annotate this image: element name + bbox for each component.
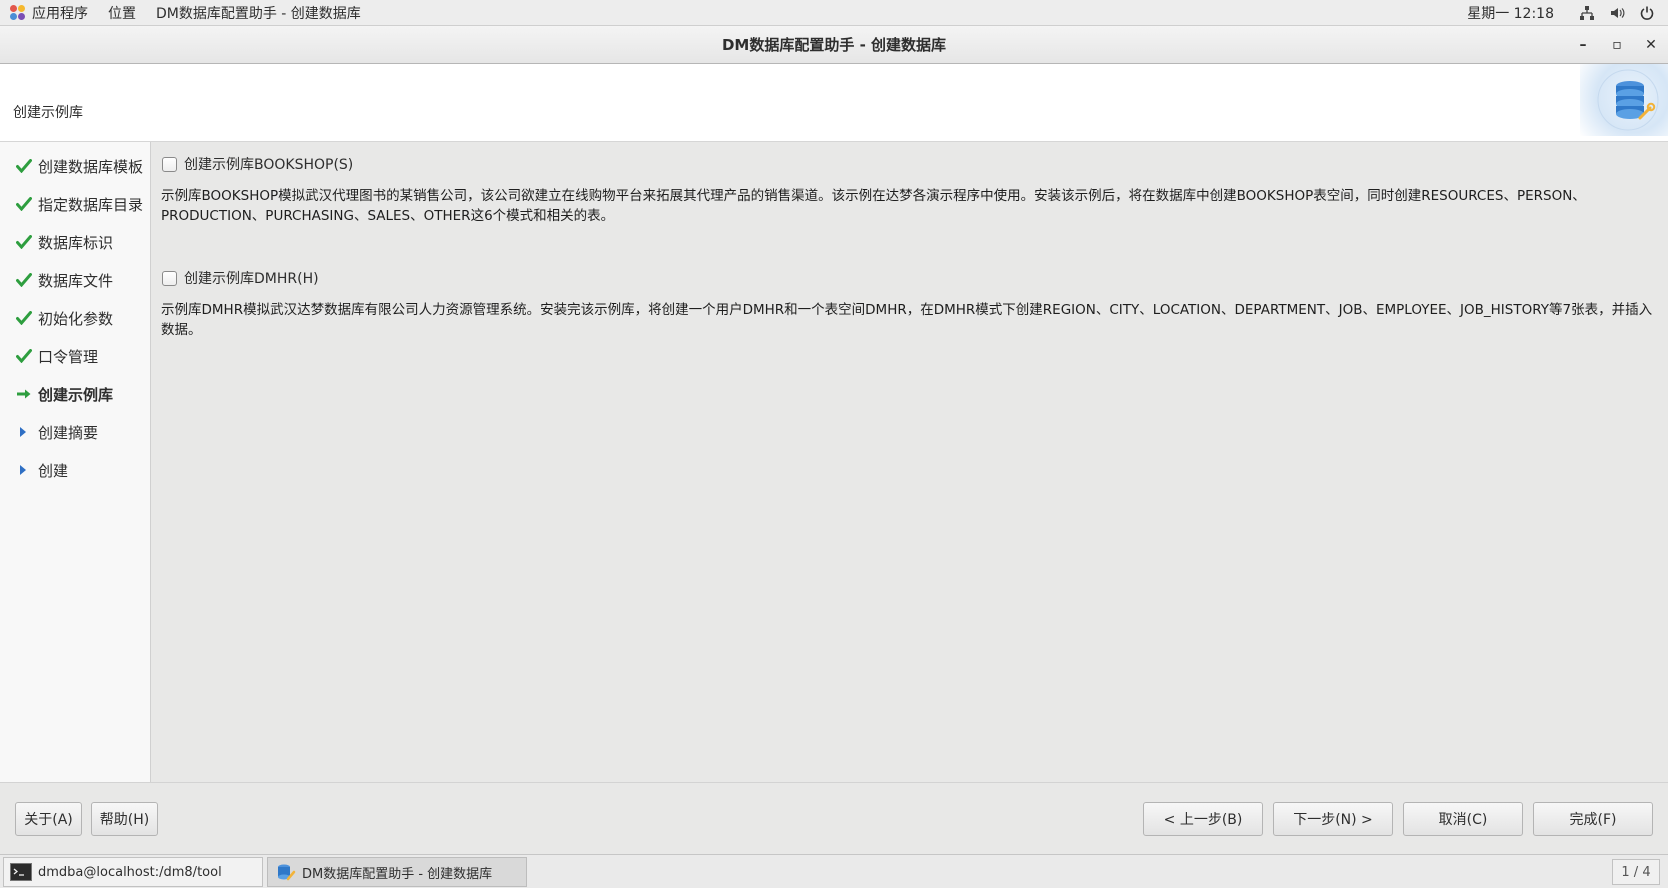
checkmark-icon xyxy=(16,235,38,249)
checkmark-icon xyxy=(16,349,38,363)
clock[interactable]: 星期一 12:18 xyxy=(1457,3,1572,23)
close-button[interactable]: ✕ xyxy=(1636,26,1666,64)
checkmark-icon xyxy=(16,311,38,325)
volume-icon[interactable] xyxy=(1602,0,1632,25)
next-button[interactable]: 下一步(N) > xyxy=(1273,802,1393,836)
terminal-icon xyxy=(10,863,32,881)
checkmark-icon xyxy=(16,273,38,287)
dm-app-icon xyxy=(276,862,296,882)
page-title: 创建示例库 xyxy=(13,105,83,121)
taskbar: dmdba@localhost:/dm8/tool DM数据库配置助手 - 创建… xyxy=(0,854,1668,888)
taskbar-item-label: DM数据库配置助手 - 创建数据库 xyxy=(302,866,493,882)
top-panel: 应用程序 位置 DM数据库配置助手 - 创建数据库 星期一 12:18 xyxy=(0,0,1668,26)
step-database-files: 数据库文件 xyxy=(0,261,150,299)
step-password-management: 口令管理 xyxy=(0,337,150,375)
taskbar-item-terminal[interactable]: dmdba@localhost:/dm8/tool xyxy=(3,857,263,887)
step-database-identity: 数据库标识 xyxy=(0,223,150,261)
dmhr-checkbox[interactable] xyxy=(162,270,177,286)
step-create: 创建 xyxy=(0,451,150,489)
applications-menu-label: 应用程序 xyxy=(32,5,88,22)
about-button[interactable]: 关于(A) xyxy=(15,802,82,836)
places-menu[interactable]: 位置 xyxy=(98,0,146,25)
database-wrench-icon xyxy=(1580,64,1668,136)
step-create-sample-db: 创建示例库 xyxy=(0,375,150,413)
applications-logo-icon xyxy=(10,4,26,21)
step-label: 口令管理 xyxy=(38,347,99,366)
window-title: DM数据库配置助手 - 创建数据库 xyxy=(721,36,947,54)
checkmark-icon xyxy=(16,159,38,173)
checkmark-icon xyxy=(16,197,38,211)
triangle-right-icon xyxy=(16,463,38,477)
step-label: 指定数据库目录 xyxy=(38,195,144,214)
bookshop-description: 示例库BOOKSHOP模拟武汉代理图书的某销售公司，该公司欲建立在线购物平台来拓… xyxy=(161,188,1586,224)
step-label: 初始化参数 xyxy=(38,309,114,328)
finish-button[interactable]: 完成(F) xyxy=(1533,802,1653,836)
power-icon[interactable] xyxy=(1632,0,1662,25)
back-button[interactable]: < 上一步(B) xyxy=(1143,802,1263,836)
triangle-right-icon xyxy=(16,425,38,439)
step-init-params: 初始化参数 xyxy=(0,299,150,337)
step-label: 数据库标识 xyxy=(38,233,114,252)
applications-menu[interactable]: 应用程序 xyxy=(0,0,98,25)
places-menu-label: 位置 xyxy=(108,5,136,22)
dmhr-option[interactable]: 创建示例库DMHR(H) xyxy=(162,268,319,288)
taskbar-item-dm-assistant[interactable]: DM数据库配置助手 - 创建数据库 xyxy=(267,857,527,887)
maximize-button[interactable]: ▫ xyxy=(1602,26,1632,64)
minimize-button[interactable]: – xyxy=(1568,26,1598,64)
button-bar: 关于(A) 帮助(H) < 上一步(B) 下一步(N) > 取消(C) 完成(F… xyxy=(0,782,1668,854)
step-specify-directory: 指定数据库目录 xyxy=(0,185,150,223)
bookshop-option[interactable]: 创建示例库BOOKSHOP(S) xyxy=(162,154,353,174)
step-label: 创建示例库 xyxy=(38,385,114,404)
dmhr-checkbox-label[interactable]: 创建示例库DMHR(H) xyxy=(184,268,319,288)
taskbar-item-label: dmdba@localhost:/dm8/tool xyxy=(38,864,222,880)
help-button[interactable]: 帮助(H) xyxy=(91,802,158,836)
step-create-summary: 创建摘要 xyxy=(0,413,150,451)
step-label: 创建摘要 xyxy=(38,423,99,442)
bookshop-checkbox-label[interactable]: 创建示例库BOOKSHOP(S) xyxy=(184,154,353,174)
network-icon[interactable] xyxy=(1572,0,1602,25)
step-create-template: 创建数据库模板 xyxy=(0,147,150,185)
step-label: 创建数据库模板 xyxy=(38,157,144,176)
active-app-menu[interactable]: DM数据库配置助手 - 创建数据库 xyxy=(146,0,371,25)
cancel-button[interactable]: 取消(C) xyxy=(1403,802,1523,836)
window-titlebar[interactable]: DM数据库配置助手 - 创建数据库 – ▫ ✕ xyxy=(0,26,1668,64)
active-app-label: DM数据库配置助手 - 创建数据库 xyxy=(156,5,361,22)
step-label: 创建 xyxy=(38,461,69,480)
step-label: 数据库文件 xyxy=(38,271,114,290)
bookshop-checkbox[interactable] xyxy=(162,156,177,172)
wizard-steps-sidebar: 创建数据库模板 指定数据库目录 数据库标识 数据库文件 初始化参数 口令管理 创… xyxy=(0,142,151,782)
dmhr-description: 示例库DMHR模拟武汉达梦数据库有限公司人力资源管理系统。安装完该示例库，将创建… xyxy=(161,302,1653,338)
main-content: 创建示例库BOOKSHOP(S) 示例库BOOKSHOP模拟武汉代理图书的某销售… xyxy=(152,142,1668,782)
page-header: 创建示例库 xyxy=(0,64,1668,142)
arrow-right-icon xyxy=(16,388,38,400)
workspace-switcher[interactable]: 1 / 4 xyxy=(1612,859,1660,885)
